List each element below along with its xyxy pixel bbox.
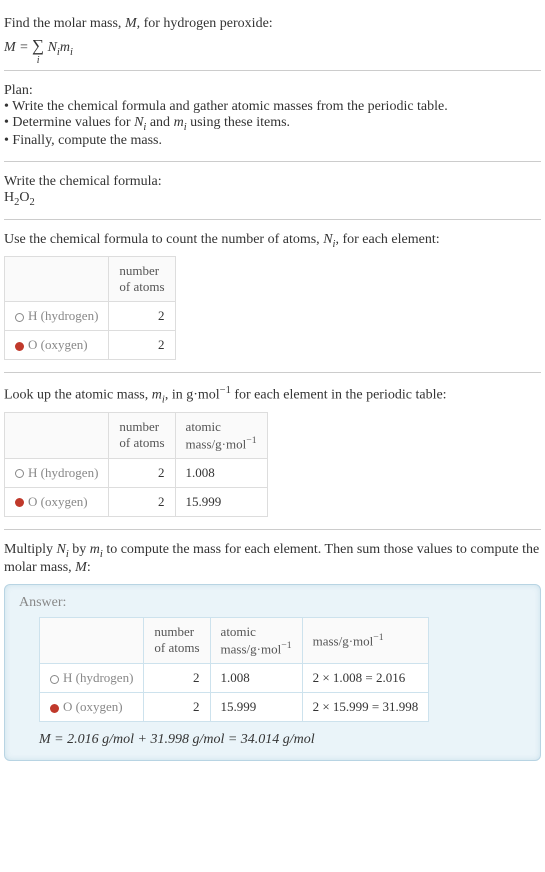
- table-row: H (hydrogen) 2 1.008: [5, 458, 268, 487]
- lookup-text: Look up the atomic mass, mi, in g·mol−1 …: [4, 385, 541, 405]
- element-hydrogen: H (hydrogen): [5, 302, 109, 331]
- o-count: 2: [144, 693, 210, 722]
- eq-m: m: [60, 40, 70, 55]
- element-oxygen: O (oxygen): [40, 693, 144, 722]
- molar-mass-equation: M = ∑i Nimi: [4, 36, 541, 58]
- sigma-icon: ∑i: [32, 36, 44, 56]
- eq-N: N: [48, 40, 57, 55]
- eq-lhs: M =: [4, 40, 32, 55]
- h-count: 2: [109, 302, 175, 331]
- table-row: O (oxygen) 2: [5, 331, 176, 360]
- h-count: 2: [109, 458, 175, 487]
- oxygen-dot-icon: [15, 498, 24, 507]
- o-count: 2: [109, 331, 175, 360]
- plan-bullet-3: • Finally, compute the mass.: [4, 133, 541, 149]
- h-mass-calc: 2 × 1.008 = 2.016: [302, 664, 429, 693]
- col-number-atoms: numberof atoms: [144, 617, 210, 663]
- col-atomic-mass: atomicmass/g·mol−1: [210, 617, 302, 663]
- table-header-row: numberof atoms atomicmass/g·mol−1: [5, 412, 268, 458]
- formula-section: Write the chemical formula: H2O2: [4, 166, 541, 216]
- compute-section: Multiply Ni by mi to compute the mass fo…: [4, 534, 541, 769]
- col-mass: mass/g·mol−1: [302, 617, 429, 663]
- plan-bullet-2: • Determine values for Ni and mi using t…: [4, 115, 541, 133]
- prompt-section: Find the molar mass, M, for hydrogen per…: [4, 8, 541, 66]
- o-mass-calc: 2 × 15.999 = 31.998: [302, 693, 429, 722]
- count-text: Use the chemical formula to count the nu…: [4, 232, 541, 250]
- count-section: Use the chemical formula to count the nu…: [4, 224, 541, 368]
- eq-i2: i: [70, 47, 73, 58]
- o-mass: 15.999: [175, 487, 267, 516]
- table-row: H (hydrogen) 2 1.008 2 × 1.008 = 2.016: [40, 664, 429, 693]
- table-header-row: numberof atoms: [5, 257, 176, 302]
- plan-heading: Plan:: [4, 83, 541, 99]
- element-hydrogen: H (hydrogen): [5, 458, 109, 487]
- element-hydrogen: H (hydrogen): [40, 664, 144, 693]
- atom-count-table: numberof atoms H (hydrogen) 2 O (oxygen)…: [4, 256, 176, 360]
- hydrogen-dot-icon: [15, 469, 24, 478]
- table-header-row: numberof atoms atomicmass/g·mol−1 mass/g…: [40, 617, 429, 663]
- col-element: [5, 412, 109, 458]
- prompt-pre: Find the molar mass,: [4, 16, 125, 31]
- formula-heading: Write the chemical formula:: [4, 174, 541, 190]
- col-element: [40, 617, 144, 663]
- hydrogen-dot-icon: [50, 675, 59, 684]
- sigma-sub: i: [37, 55, 40, 66]
- oxygen-dot-icon: [15, 342, 24, 351]
- h-count: 2: [144, 664, 210, 693]
- compute-text: Multiply Ni by mi to compute the mass fo…: [4, 542, 541, 576]
- divider: [4, 529, 541, 530]
- divider: [4, 219, 541, 220]
- answer-box: Answer: numberof atoms atomicmass/g·mol−…: [4, 584, 541, 761]
- col-number-atoms: numberof atoms: [109, 257, 175, 302]
- element-oxygen: O (oxygen): [5, 487, 109, 516]
- o-atomic-mass: 15.999: [210, 693, 302, 722]
- h-atomic-mass: 1.008: [210, 664, 302, 693]
- hydrogen-dot-icon: [15, 313, 24, 322]
- oxygen-dot-icon: [50, 704, 59, 713]
- table-row: O (oxygen) 2 15.999 2 × 15.999 = 31.998: [40, 693, 429, 722]
- col-atomic-mass: atomicmass/g·mol−1: [175, 412, 267, 458]
- divider: [4, 70, 541, 71]
- plan-section: Plan: • Write the chemical formula and g…: [4, 75, 541, 157]
- table-row: O (oxygen) 2 15.999: [5, 487, 268, 516]
- table-row: H (hydrogen) 2: [5, 302, 176, 331]
- plan-bullet-1: • Write the chemical formula and gather …: [4, 99, 541, 115]
- divider: [4, 372, 541, 373]
- prompt-text: Find the molar mass, M, for hydrogen per…: [4, 16, 541, 32]
- col-element: [5, 257, 109, 302]
- col-number-atoms: numberof atoms: [109, 412, 175, 458]
- h-mass: 1.008: [175, 458, 267, 487]
- o-count: 2: [109, 487, 175, 516]
- atomic-mass-table: numberof atoms atomicmass/g·mol−1 H (hyd…: [4, 412, 268, 517]
- molar-mass-result: M = 2.016 g/mol + 31.998 g/mol = 34.014 …: [39, 732, 526, 748]
- answer-label: Answer:: [19, 595, 526, 611]
- divider: [4, 161, 541, 162]
- answer-table: numberof atoms atomicmass/g·mol−1 mass/g…: [39, 617, 429, 722]
- prompt-suf: , for hydrogen peroxide:: [137, 16, 273, 31]
- prompt-M: M: [125, 16, 137, 31]
- chemical-formula: H2O2: [4, 190, 541, 208]
- element-oxygen: O (oxygen): [5, 331, 109, 360]
- lookup-section: Look up the atomic mass, mi, in g·mol−1 …: [4, 377, 541, 525]
